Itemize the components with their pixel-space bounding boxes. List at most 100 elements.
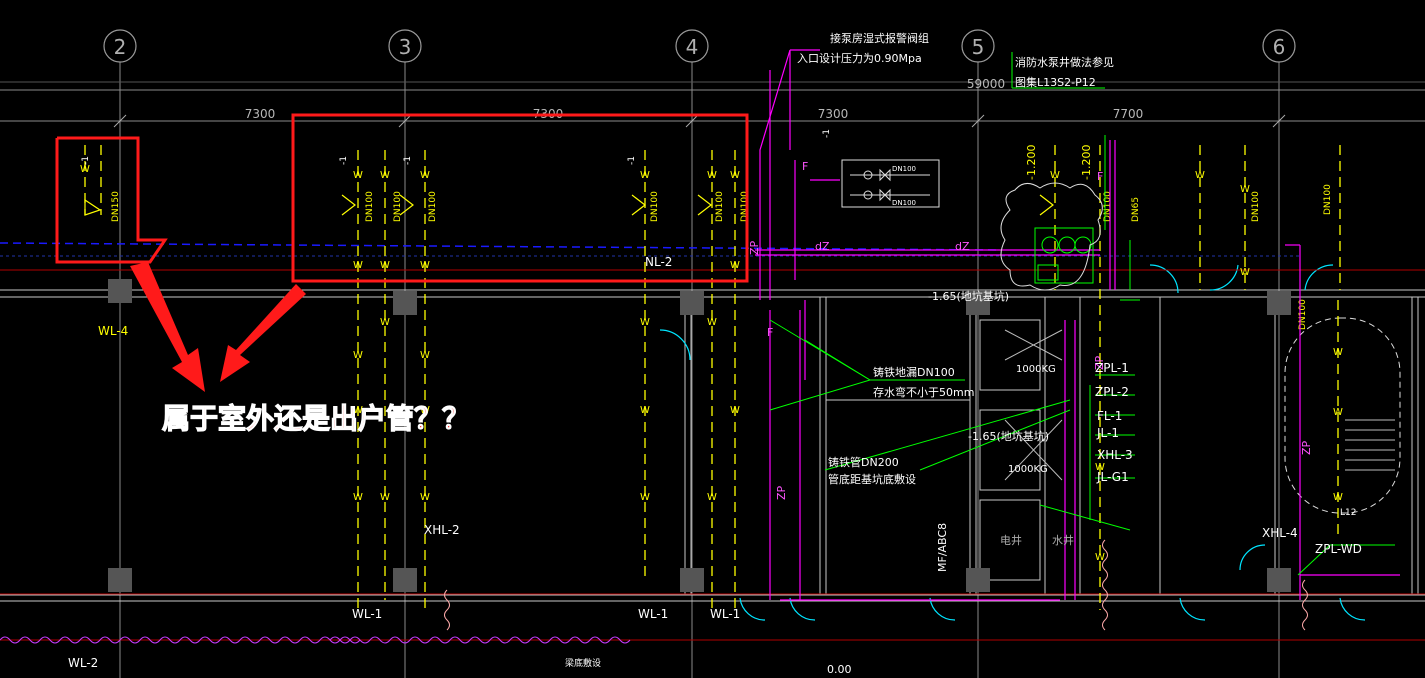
svg-text:DN100: DN100 — [892, 165, 916, 173]
svg-text:W: W — [707, 317, 717, 328]
svg-text:DN100: DN100 — [650, 191, 660, 222]
svg-text:-1: -1 — [403, 156, 413, 165]
svg-text:DN150: DN150 — [111, 191, 121, 222]
pipe-label-xhl2: XHL-2 — [424, 523, 460, 537]
axis-label-6: 6 — [1273, 35, 1286, 59]
svg-text:ZP: ZP — [748, 240, 761, 255]
note-floor-drain-2: 存水弯不小于50mm — [873, 385, 974, 399]
pipe-label-wl1a: WL-1 — [352, 607, 382, 621]
svg-text:W: W — [420, 170, 430, 181]
svg-text:W: W — [420, 492, 430, 503]
pipe-label-jl1: JL-1 — [1096, 426, 1119, 440]
pipe-label-nl2: NL-2 — [645, 255, 672, 269]
water-shaft-label: 水井 — [1052, 533, 1074, 547]
svg-text:-1: -1 — [339, 156, 349, 165]
svg-text:W: W — [380, 492, 390, 503]
svg-text:DN100: DN100 — [393, 191, 403, 222]
svg-text:F: F — [1097, 170, 1103, 183]
svg-text:W: W — [1050, 170, 1060, 181]
valve-box — [841, 159, 940, 208]
note-pump-room-1: 接泵房湿式报警阀组 — [830, 31, 929, 45]
drain-pipes — [84, 145, 1341, 610]
tank-1-label: 1000KG — [1016, 364, 1056, 375]
svg-text:DN100: DN100 — [1251, 191, 1261, 222]
svg-text:-1.200: -1.200 — [1025, 145, 1038, 180]
span-4-5: 7300 — [818, 107, 849, 121]
svg-text:-1: -1 — [81, 156, 91, 165]
svg-text:DN65: DN65 — [1131, 197, 1141, 222]
svg-text:W: W — [640, 405, 650, 416]
svg-text:W: W — [353, 260, 363, 271]
cad-drawing: 2 3 4 5 6 7300 7300 7300 59000 7700 WW W… — [0, 29, 1425, 678]
svg-text:W: W — [640, 317, 650, 328]
backfill-label: 梁底敷设 — [565, 657, 601, 669]
cad-drawing-canvas[interactable]: 2 3 4 5 6 7300 7300 7300 59000 7700 W W … — [0, 0, 1425, 678]
svg-text:-1: -1 — [627, 156, 637, 165]
span-label-59000: 59000 — [967, 77, 1005, 91]
pipe-label-fl1: FL-1 — [1097, 409, 1122, 423]
svg-text:dZ: dZ — [815, 240, 830, 253]
tank-2-label: 1000KG — [1008, 464, 1048, 475]
note-pump-room-2: 入口设计压力为0.90Mpa — [797, 52, 922, 65]
svg-text:W: W — [420, 350, 430, 361]
svg-text:F: F — [802, 160, 808, 173]
arrows — [130, 262, 306, 392]
pipe-label-xhl3: XHL-3 — [1097, 448, 1133, 462]
axis-label-4: 4 — [686, 35, 699, 59]
note-floor-drain-1: 铸铁地漏DN100 — [873, 365, 955, 379]
svg-text:W: W — [1240, 184, 1250, 195]
stair-label: L12 — [1340, 508, 1356, 518]
pipe-label-jlg1: JL-G1 — [1096, 470, 1129, 484]
elec-shaft-label: 电井 — [1000, 533, 1022, 547]
svg-text:W: W — [640, 492, 650, 503]
pipe-label-wl1c: WL-1 — [710, 607, 740, 621]
svg-text:dZ: dZ — [955, 240, 970, 253]
svg-text:W: W — [380, 317, 390, 328]
svg-text:W: W — [640, 170, 650, 181]
svg-text:W: W — [353, 492, 363, 503]
svg-text:W: W — [353, 170, 363, 181]
svg-text:DN100: DN100 — [1323, 184, 1333, 215]
svg-text:DN100: DN100 — [365, 191, 375, 222]
svg-text:W: W — [1195, 170, 1205, 181]
note-cast-pipe-2: 管底距基坑底敷设 — [828, 472, 916, 486]
level-1: -1.65(地坑基坑) — [928, 289, 1009, 303]
pipe-label-wl1b: WL-1 — [638, 607, 668, 621]
note-fire-pump-1: 消防水泵井做法参见 — [1015, 55, 1114, 69]
axis-label-5: 5 — [972, 35, 985, 59]
axis-label-2: 2 — [114, 35, 127, 59]
note-fire-pump-2: 图集L13S2-P12 — [1015, 75, 1096, 89]
svg-text:-1: -1 — [822, 129, 832, 138]
note-cast-pipe-1: 铸铁管DN200 — [828, 455, 899, 469]
vertical-wavy — [444, 539, 1308, 631]
svg-text:W: W — [380, 170, 390, 181]
svg-text:-1.200: -1.200 — [1080, 145, 1093, 180]
svg-text:F: F — [767, 326, 773, 339]
svg-text:W: W — [353, 350, 363, 361]
svg-text:W: W — [1333, 407, 1343, 418]
pipe-label-xhl4: XHL-4 — [1262, 526, 1298, 540]
question-annotation: 属于室外还是出户管？？ — [162, 402, 470, 435]
span-5-6: 7700 — [1113, 107, 1144, 121]
pipe-label-zpl2: ZPL-2 — [1095, 385, 1129, 399]
pipe-label-zpl1: ZPL-1 — [1095, 361, 1129, 375]
svg-text:W: W — [1240, 267, 1250, 278]
svg-text:W: W — [380, 260, 390, 271]
svg-text:DN100: DN100 — [715, 191, 725, 222]
minus-one-marks: -1 -1 -1 -1 -1 — [81, 129, 832, 165]
revision-cloud — [1000, 182, 1103, 291]
svg-text:W: W — [707, 492, 717, 503]
svg-text:DN100: DN100 — [428, 191, 438, 222]
svg-text:W: W — [420, 260, 430, 271]
svg-text:DN100: DN100 — [892, 199, 916, 207]
svg-text:ZP: ZP — [775, 485, 788, 500]
axis-bubbles — [103, 29, 1296, 63]
svg-text:W: W — [730, 405, 740, 416]
dashed-blue-line — [0, 242, 1001, 251]
svg-text:W: W — [707, 170, 717, 181]
pipe-label-wl2: WL-2 — [68, 656, 98, 670]
pipe-label-wl4: WL-4 — [98, 324, 128, 338]
svg-text:W: W — [730, 170, 740, 181]
stairs — [1345, 419, 1395, 471]
span-2-3: 7300 — [245, 107, 276, 121]
